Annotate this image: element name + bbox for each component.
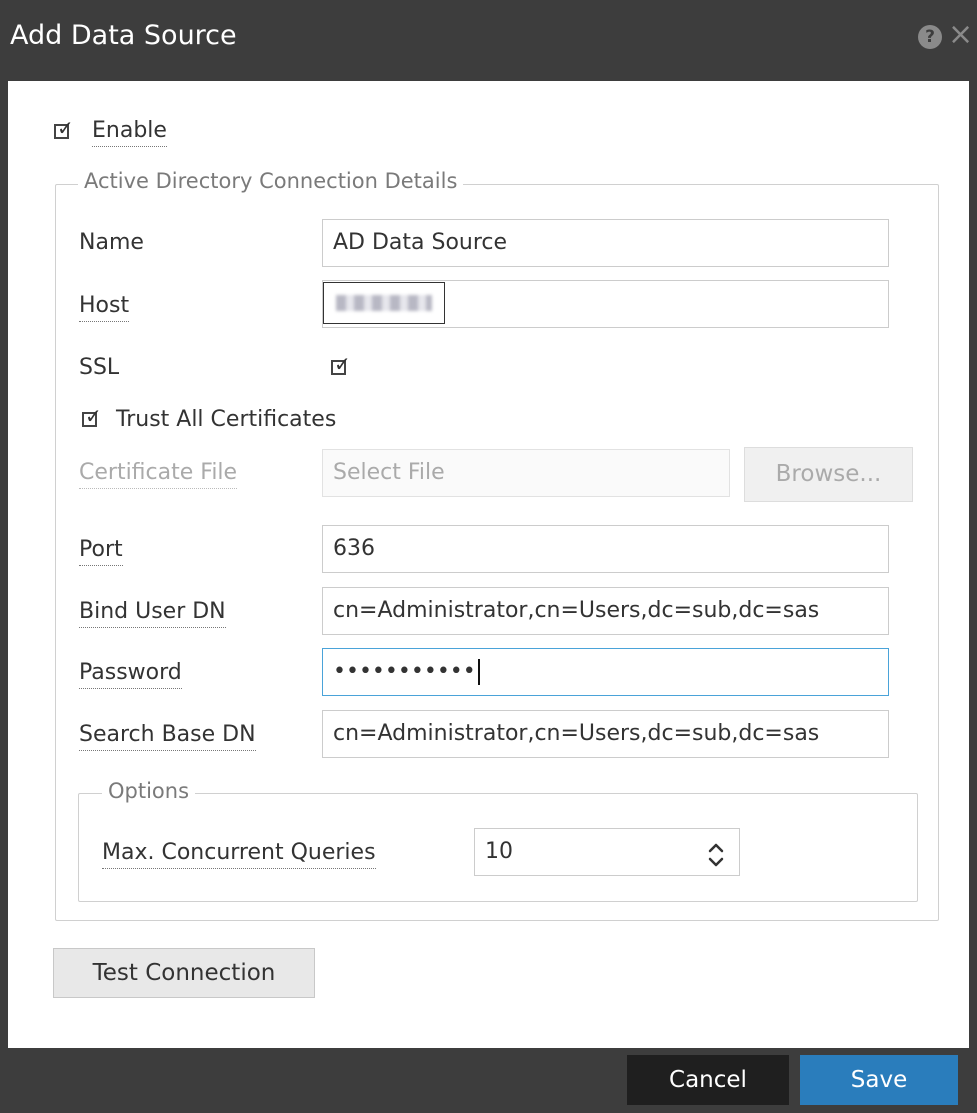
checkmark-icon: ✓: [57, 116, 74, 140]
help-icon[interactable]: ?: [918, 25, 942, 49]
trust-all-label[interactable]: Trust All Certificates: [116, 407, 336, 432]
password-label: Password: [79, 660, 182, 689]
checkmark-icon: ✓: [85, 404, 102, 428]
password-input[interactable]: •••••••••••: [322, 648, 889, 696]
ssl-label: SSL: [79, 355, 120, 380]
search-base-dn-label: Search Base DN: [79, 722, 256, 751]
dialog-left-border: [0, 81, 8, 1048]
certificate-file-input[interactable]: Select File: [322, 449, 730, 497]
host-label: Host: [79, 293, 130, 322]
dialog-right-border: [969, 81, 977, 1048]
close-icon[interactable]: ×: [948, 17, 977, 53]
dialog-header: Add Data Source ? ×: [0, 0, 977, 81]
max-concurrent-queries-stepper[interactable]: 10: [474, 828, 740, 876]
host-value-redacted: [323, 282, 445, 324]
checkmark-icon: ✓: [334, 352, 351, 376]
name-label: Name: [79, 230, 144, 255]
cancel-button[interactable]: Cancel: [627, 1055, 789, 1105]
text-cursor: [477, 659, 480, 685]
max-concurrent-queries-value: 10: [485, 839, 513, 864]
name-input[interactable]: AD Data Source: [322, 219, 889, 267]
certificate-file-label: Certificate File: [79, 460, 238, 489]
browse-button[interactable]: Browse...: [744, 447, 913, 502]
dialog-title: Add Data Source: [10, 20, 237, 51]
trust-all-checkbox[interactable]: ✓: [82, 405, 102, 427]
options-legend: Options: [102, 779, 196, 803]
bind-user-dn-label: Bind User DN: [79, 599, 226, 628]
ssl-checkbox[interactable]: ✓: [331, 353, 351, 375]
test-connection-button[interactable]: Test Connection: [53, 948, 315, 998]
save-button[interactable]: Save: [800, 1055, 958, 1105]
bind-user-dn-input[interactable]: cn=Administrator,cn=Users,dc=sub,dc=sas: [322, 587, 889, 635]
spinner-arrows-icon[interactable]: [706, 840, 726, 870]
max-concurrent-queries-label: Max. Concurrent Queries: [102, 840, 376, 869]
enable-checkbox[interactable]: ✓: [54, 117, 74, 139]
port-label: Port: [79, 537, 123, 566]
password-value: •••••••••••: [333, 659, 476, 684]
dialog-footer: Cancel Save: [0, 1048, 977, 1113]
enable-label[interactable]: Enable: [92, 118, 167, 147]
ad-connection-legend: Active Directory Connection Details: [78, 169, 464, 193]
search-base-dn-input[interactable]: cn=Administrator,cn=Users,dc=sub,dc=sas: [322, 710, 889, 758]
port-input[interactable]: 636: [322, 525, 889, 573]
